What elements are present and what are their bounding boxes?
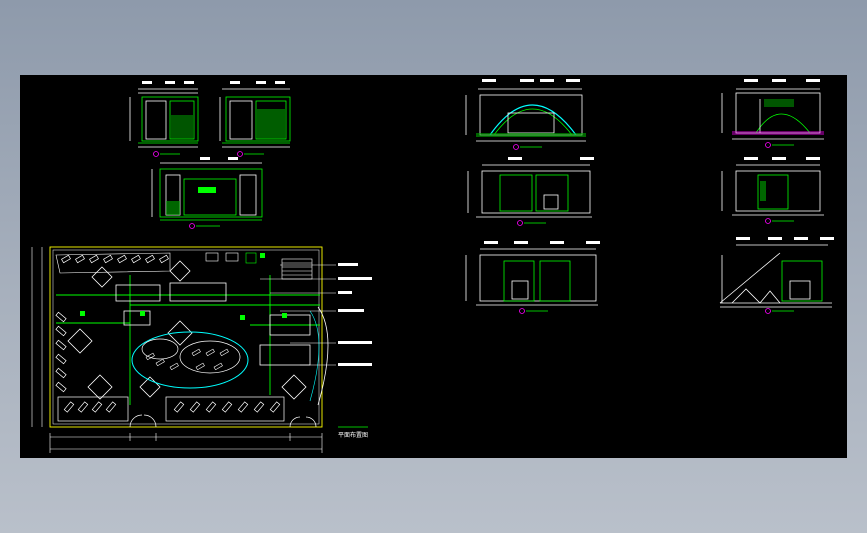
elevation-left-2 [219, 81, 291, 157]
elevation-right-1 [721, 79, 824, 148]
floor-plan [31, 246, 372, 453]
cad-drawing-canvas: 平面布置图 [20, 75, 847, 458]
elevation-center-2 [467, 157, 594, 226]
elevation-left-3 [151, 157, 263, 229]
elevation-left-1 [129, 81, 199, 157]
elevation-right-3 [719, 237, 834, 314]
plan-title-block: 平面布置图 [338, 426, 368, 439]
elevation-center-1 [465, 79, 586, 150]
elevation-right-2 [721, 157, 824, 224]
central-oval-display [131, 331, 249, 389]
plan-title: 平面布置图 [338, 431, 368, 439]
elevation-center-3 [465, 241, 600, 314]
